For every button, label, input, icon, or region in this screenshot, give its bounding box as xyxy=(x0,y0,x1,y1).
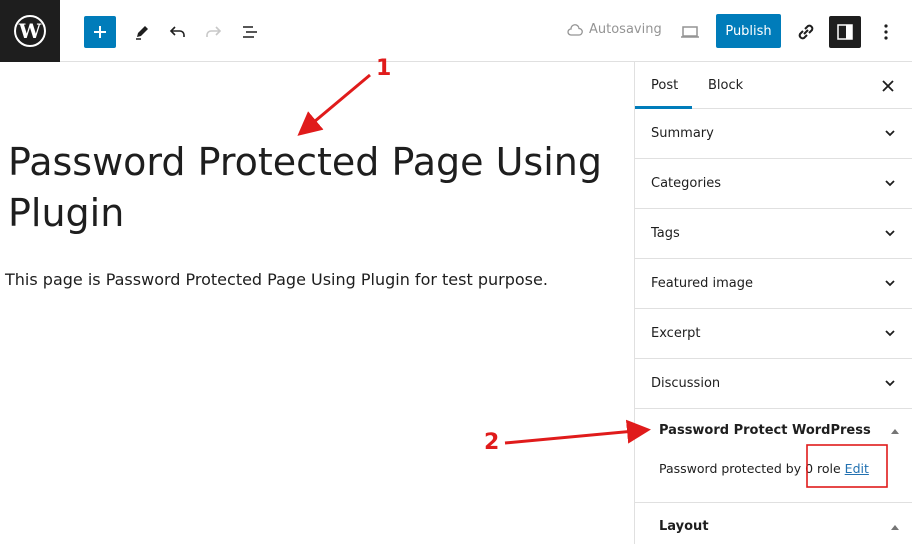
link-button[interactable] xyxy=(790,16,822,48)
panel-layout[interactable]: Layout xyxy=(635,503,912,544)
close-sidebar-button[interactable] xyxy=(878,76,898,96)
redo-button[interactable] xyxy=(197,16,229,48)
more-vertical-icon xyxy=(884,24,888,40)
options-menu-button[interactable] xyxy=(870,16,902,48)
chevron-down-icon xyxy=(885,380,895,387)
list-view-icon xyxy=(243,26,257,38)
chevron-down-icon xyxy=(885,180,895,187)
desktop-icon xyxy=(681,26,699,38)
panel-featured-image[interactable]: Featured image xyxy=(635,259,912,309)
autosave-label: Autosaving xyxy=(589,22,662,37)
svg-text:W: W xyxy=(18,19,42,43)
panel-label: Featured image xyxy=(651,276,754,291)
panel-summary[interactable]: Summary xyxy=(635,109,912,159)
panel-discussion[interactable]: Discussion xyxy=(635,359,912,409)
ppw-edit-link[interactable]: Edit xyxy=(845,461,869,476)
panel-label: Discussion xyxy=(651,376,721,391)
pencil-icon xyxy=(136,26,148,40)
close-icon xyxy=(882,80,894,92)
undo-icon xyxy=(169,26,185,37)
panel-password-protect-wordpress: Password Protect WordPress Password prot… xyxy=(635,409,912,503)
chevron-down-icon xyxy=(885,130,895,137)
ppw-status-text: Password protected by 0 role xyxy=(659,461,841,476)
panel-excerpt[interactable]: Excerpt xyxy=(635,309,912,359)
undo-button[interactable] xyxy=(162,16,194,48)
tab-block[interactable]: Block xyxy=(692,62,759,109)
layout-panel-title: Layout xyxy=(659,519,709,534)
cloud-icon xyxy=(567,23,583,36)
ppw-panel-title[interactable]: Password Protect WordPress xyxy=(659,423,871,438)
editor-header: W Autosaving Publish xyxy=(0,0,912,62)
redo-icon xyxy=(206,26,222,37)
chevron-down-icon xyxy=(885,330,895,337)
settings-sidebar-toggle[interactable] xyxy=(829,16,861,48)
annotation-number-2: 2 xyxy=(484,430,500,455)
plus-icon xyxy=(94,26,106,38)
post-paragraph[interactable]: This page is Password Protected Page Usi… xyxy=(5,270,548,289)
panel-label: Summary xyxy=(651,126,714,141)
document-overview-button[interactable] xyxy=(234,16,266,48)
ppw-status-line: Password protected by 0 role Edit xyxy=(659,461,869,476)
publish-button[interactable]: Publish xyxy=(716,14,781,48)
settings-sidebar: Post Block Summary Categories Tags Featu… xyxy=(634,62,912,544)
tools-button[interactable] xyxy=(126,16,158,48)
wordpress-logo-button[interactable]: W xyxy=(0,0,60,62)
panel-categories[interactable]: Categories xyxy=(635,159,912,209)
sidebar-tabs: Post Block xyxy=(635,62,912,109)
chevron-down-icon xyxy=(885,280,895,287)
caret-up-icon xyxy=(891,525,899,530)
sidebar-icon xyxy=(837,24,853,40)
panel-label: Categories xyxy=(651,176,722,191)
post-title[interactable]: Password Protected Page Using Plugin xyxy=(8,137,618,239)
link-icon xyxy=(798,24,814,40)
chevron-down-icon xyxy=(885,230,895,237)
editor-canvas[interactable]: Password Protected Page Using Plugin Thi… xyxy=(0,62,634,544)
caret-up-icon[interactable] xyxy=(890,427,900,435)
panel-label: Tags xyxy=(651,226,680,241)
preview-button[interactable] xyxy=(674,16,706,48)
wordpress-icon: W xyxy=(14,15,46,47)
panel-tags[interactable]: Tags xyxy=(635,209,912,259)
add-block-button[interactable] xyxy=(84,16,116,48)
tab-post[interactable]: Post xyxy=(635,62,692,109)
panel-label: Excerpt xyxy=(651,326,701,341)
annotation-number-1: 1 xyxy=(376,56,392,81)
autosave-status: Autosaving xyxy=(567,22,662,37)
